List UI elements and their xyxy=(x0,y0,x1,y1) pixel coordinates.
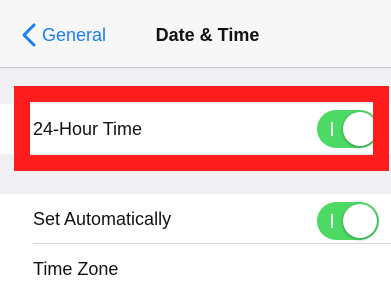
row-24-hour-time: 24-Hour Time xyxy=(0,104,391,154)
toggle-on-indicator xyxy=(331,214,333,228)
row-label: Set Automatically xyxy=(33,209,172,229)
row-label: 24-Hour Time xyxy=(33,119,143,139)
set-automatically-toggle[interactable] xyxy=(317,202,379,240)
row-set-automatically: Set Automatically xyxy=(0,194,391,244)
row-time-zone[interactable]: Time Zone xyxy=(0,244,391,294)
row-label: Time Zone xyxy=(33,259,119,279)
section-spacer xyxy=(0,68,391,104)
toggle-knob xyxy=(343,204,377,238)
navigation-bar: General Date & Time xyxy=(0,0,391,68)
toggle-knob xyxy=(343,112,377,146)
settings-group-automatic: Set Automatically Time Zone xyxy=(0,194,391,299)
toggle-on-indicator xyxy=(331,122,333,136)
page-title: Date & Time xyxy=(155,25,260,45)
24-hour-time-toggle[interactable] xyxy=(317,110,379,148)
settings-group-time-format: 24-Hour Time xyxy=(0,104,391,154)
